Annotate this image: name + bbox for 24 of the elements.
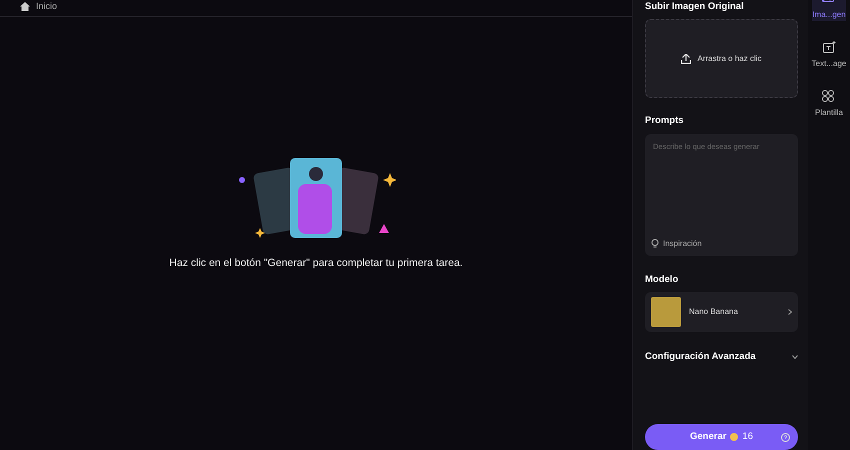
grid-icon (822, 90, 836, 102)
rail-tab[interactable]: Ima...gen (812, 0, 846, 21)
inspiration-button[interactable]: Inspiración (651, 238, 792, 250)
section-title: Prompts (645, 114, 685, 128)
section-title: Subir Imagen Original (645, 0, 745, 14)
chevron-right-icon (788, 308, 792, 315)
chevron-down-icon (792, 354, 798, 359)
coin-icon (730, 433, 738, 441)
home-icon (20, 2, 30, 11)
model-thumbnail-placeholder (651, 296, 681, 327)
rail-tab[interactable]: Plantilla (814, 90, 843, 119)
empty-state-message: Haz clic en el botón "Generar" para completar tu primera tarea. (169, 256, 463, 271)
upload-icon (681, 54, 692, 64)
text-image-icon (822, 41, 836, 53)
help-icon (781, 432, 790, 442)
rail-tab[interactable]: Text...age (812, 41, 846, 70)
advanced-settings-toggle[interactable]: Configuración Avanzada (645, 350, 798, 364)
breadcrumb-link[interactable]: Inicio (36, 2, 58, 11)
section-title: Modelo (645, 272, 680, 286)
model-selector[interactable]: Nano Banana (645, 292, 798, 332)
credit-cost: 16 (742, 430, 753, 444)
generate-button[interactable]: Generar 16 (645, 424, 798, 450)
lightbulb-icon (651, 239, 659, 248)
upload-dropzone[interactable]: Arrastra o haz clic (645, 19, 798, 98)
